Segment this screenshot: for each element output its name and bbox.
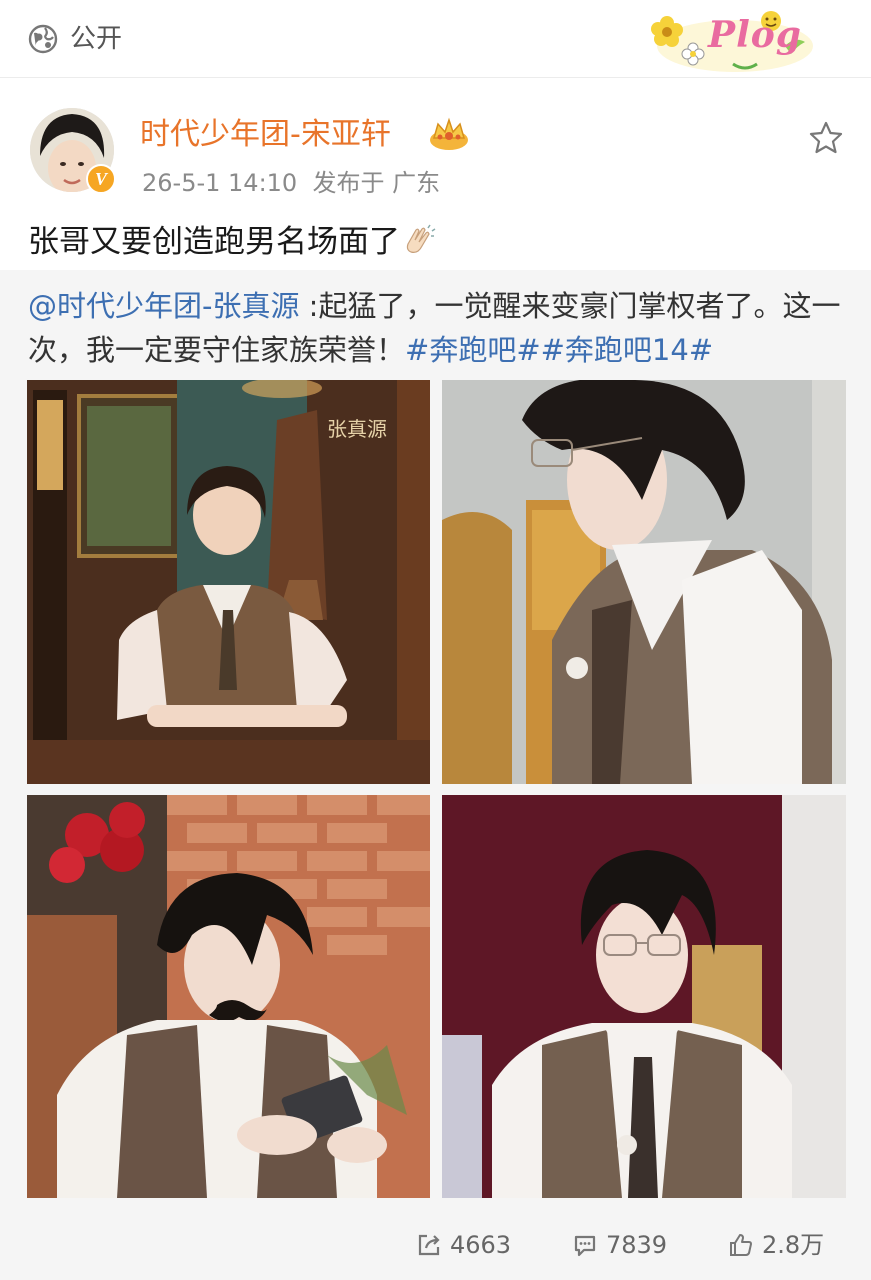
comment-count: 7839 [606, 1231, 668, 1259]
post-meta: 26-5-1 14:10 发布于 广东 [142, 168, 440, 198]
mention-link[interactable]: @时代少年团-张真源 [28, 289, 299, 323]
repost-icon [418, 1234, 440, 1256]
top-bar: 公开 Plog [0, 0, 871, 78]
photo-4[interactable] [442, 795, 846, 1198]
globe-icon [28, 24, 58, 54]
action-bar: 4663 7839 2.8万 [0, 1218, 871, 1276]
clap-icon [406, 224, 436, 253]
location: 发布于 广东 [312, 169, 441, 197]
verified-icon: V [86, 164, 116, 194]
reposted-content[interactable]: @时代少年团-张真源 :起猛了，一觉醒来变豪门掌权者了。这一次，我一定要守住家族… [0, 270, 871, 1280]
hashtag-link[interactable]: #奔跑吧# [405, 333, 541, 367]
author-name[interactable]: 时代少年团-宋亚轩 [140, 115, 391, 155]
post-header: V 时代少年团-宋亚轩 26-5-1 14:10 发布于 广东 [0, 78, 871, 208]
star-icon[interactable] [808, 120, 844, 156]
repost-button[interactable]: 4663 [416, 1228, 526, 1262]
crown-icon[interactable] [428, 116, 470, 152]
comment-icon [574, 1235, 596, 1257]
plog-text: Plog [708, 14, 802, 56]
like-icon [730, 1234, 752, 1256]
photo-3[interactable] [27, 795, 430, 1198]
poster-caption: 张真源 [327, 417, 387, 441]
timestamp: 26-5-1 14:10 [142, 169, 298, 197]
repost-count: 4663 [450, 1231, 512, 1259]
hashtag-link[interactable]: #奔跑吧14# [541, 333, 714, 367]
like-count: 2.8万 [762, 1231, 825, 1259]
post-text: 张哥又要创造跑男名场面了 [28, 220, 436, 264]
post-body: 张哥又要创造跑男名场面了 [28, 224, 400, 260]
visibility-label[interactable]: 公开 [70, 22, 122, 56]
repost-text: @时代少年团-张真源 :起猛了，一觉醒来变豪门掌权者了。这一次，我一定要守住家族… [28, 284, 848, 372]
photo-2[interactable] [442, 380, 846, 784]
like-button[interactable]: 2.8万 [728, 1228, 838, 1262]
photo-1[interactable]: 张真源 [27, 380, 430, 784]
comment-button[interactable]: 7839 [572, 1228, 682, 1262]
